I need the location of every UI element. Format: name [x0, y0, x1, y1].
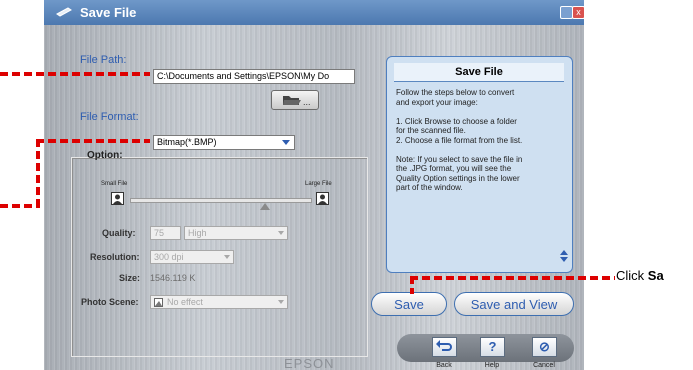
callout-line-file-format-vertical [36, 139, 40, 206]
close-icon[interactable]: x [572, 6, 584, 19]
callout-line-file-path [0, 72, 150, 76]
chevron-down-icon [278, 300, 284, 304]
back-label: Back [436, 362, 452, 369]
file-format-value: Bitmap(*.BMP) [157, 137, 217, 147]
callout-prefix: Click [616, 268, 648, 283]
callout-line-file-format [36, 139, 150, 143]
quality-value: High [188, 228, 207, 238]
scroll-arrows-icon[interactable] [560, 250, 568, 262]
quality-select[interactable]: High [184, 226, 288, 240]
chevron-down-icon [278, 231, 284, 235]
cancel-label: Cancel [533, 362, 555, 369]
callout-save-text: Click Sa [616, 268, 664, 283]
slider-thumb[interactable] [260, 203, 270, 210]
large-file-icon [316, 192, 329, 205]
epson-logo: EPSON [284, 356, 335, 370]
callout-line-save [410, 276, 615, 280]
save-and-view-button[interactable]: Save and View [454, 292, 574, 316]
chevron-down-icon [224, 255, 230, 259]
resolution-label: Resolution: [90, 252, 140, 262]
callout-bold: Sa [647, 268, 664, 283]
small-file-icon [111, 192, 124, 205]
svg-text:...: ... [303, 97, 311, 107]
photo-scene-value: No effect [167, 297, 203, 307]
cancel-icon: ⊘ [539, 339, 550, 354]
file-path-label: File Path: [80, 54, 127, 66]
file-format-label: File Format: [80, 111, 139, 123]
photo-scene-label: Photo Scene: [81, 297, 139, 307]
resolution-select[interactable]: 300 dpi [150, 250, 234, 264]
resolution-value: 300 dpi [154, 252, 184, 262]
cancel-button[interactable]: ⊘ [532, 337, 557, 357]
file-format-select[interactable]: Bitmap(*.BMP) [153, 135, 295, 150]
size-value: 1546.119 K [150, 273, 196, 283]
file-path-input[interactable]: C:\Documents and Settings\EPSON\My Do [153, 69, 355, 84]
quality-label: Quality: [102, 228, 136, 238]
help-button[interactable]: ? [480, 337, 505, 357]
help-label: Help [484, 362, 500, 369]
back-button[interactable] [432, 337, 457, 357]
callout-line-file-format-bottom [0, 204, 40, 208]
browse-button[interactable]: ... [271, 90, 319, 110]
photo-scene-select[interactable]: No effect [150, 295, 288, 309]
quality-number-field[interactable]: 75 [150, 226, 181, 240]
folder-open-icon: ... [283, 96, 311, 107]
option-title: Option: [87, 150, 123, 161]
info-panel: Save File Follow the steps below to conv… [386, 56, 573, 273]
chevron-down-icon [282, 140, 290, 145]
info-panel-text: Follow the steps below to convert and ex… [396, 88, 523, 192]
help-icon: ? [488, 339, 497, 354]
info-panel-title: Save File [394, 63, 564, 82]
back-arrow-icon [436, 340, 452, 351]
size-label: Size: [119, 273, 141, 283]
scanner-icon [56, 7, 72, 17]
quality-slider-track[interactable] [130, 198, 312, 203]
save-button[interactable]: Save [371, 292, 447, 316]
large-file-label: Large File [305, 181, 332, 187]
save-file-window: Save File x File Path: C:\Documents and … [44, 0, 584, 370]
title-bar[interactable]: Save File x [44, 0, 584, 25]
image-icon [154, 298, 163, 307]
small-file-label: Small File [101, 181, 128, 187]
window-title: Save File [80, 5, 137, 20]
callout-line-save-vertical [410, 276, 414, 294]
